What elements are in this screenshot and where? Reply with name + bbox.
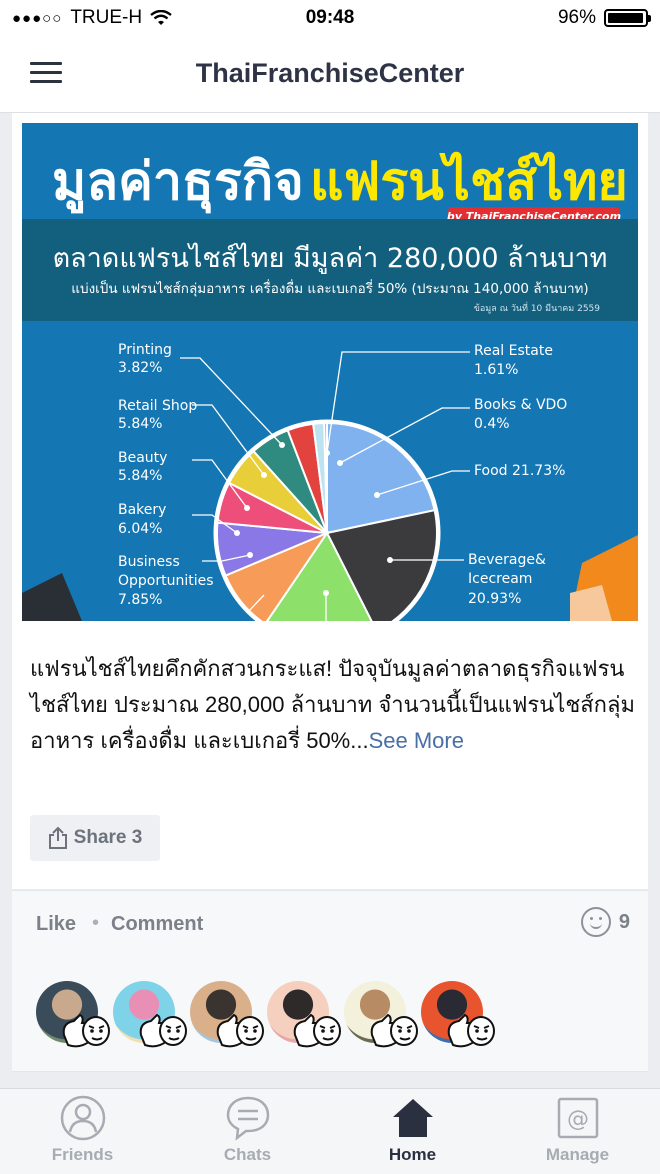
separator-dot: • xyxy=(92,912,100,934)
chart-label-beverage-2: Icecream xyxy=(468,571,532,587)
liker-avatar[interactable] xyxy=(338,981,418,1051)
battery-percent: 96% xyxy=(557,7,596,28)
liker-avatar[interactable] xyxy=(261,981,341,1051)
chart-value-printing: 3.82% xyxy=(118,360,162,376)
sticker-icon xyxy=(139,1013,187,1048)
tab-home[interactable]: Home xyxy=(330,1089,495,1174)
liker-avatar[interactable] xyxy=(107,981,187,1051)
page-title: ThaiFranchiseCenter xyxy=(195,58,465,88)
app-header: ThaiFranchiseCenter xyxy=(0,36,660,113)
chart-label-bakery: Bakery xyxy=(118,502,166,518)
banner-title-yellow: แฟรนไชส์ไทย xyxy=(310,151,628,212)
post-card: มูลค่าธุรกิจ แฟรนไชส์ไทย by ThaiFranchis… xyxy=(12,113,648,889)
share-label: Share 3 xyxy=(73,827,143,848)
tab-label: Friends xyxy=(51,1145,114,1164)
chats-icon xyxy=(226,1096,270,1141)
friends-icon xyxy=(60,1095,106,1141)
home-icon xyxy=(393,1099,433,1137)
post-image[interactable]: มูลค่าธุรกิจ แฟรนไชส์ไทย by ThaiFranchis… xyxy=(22,123,638,621)
status-bar: ●●●○○ TRUE-H 09:48 96% xyxy=(0,0,660,36)
tab-label: Manage xyxy=(545,1145,610,1164)
smile-icon xyxy=(580,907,611,937)
chart-label-business-2: Opportunities xyxy=(118,573,214,589)
comment-button[interactable]: Comment xyxy=(111,913,203,936)
liker-avatar[interactable] xyxy=(184,981,264,1051)
share-icon xyxy=(48,826,67,849)
post-text: แฟรนไชส์ไทยคึกคักสวนกระแส! ปัจจุบันมูลค่… xyxy=(30,651,640,759)
post-body: แฟรนไชส์ไทยคึกคักสวนกระแส! ปัจจุบันมูลค่… xyxy=(30,656,635,753)
tab-manage[interactable]: @ Manage xyxy=(495,1089,660,1174)
tab-friends[interactable]: Friends xyxy=(0,1089,165,1174)
share-button[interactable]: Share 3 xyxy=(30,815,160,861)
chart-label-printing: Printing xyxy=(118,342,172,358)
chart-value-retail: 5.84% xyxy=(118,416,162,432)
sticker-icon xyxy=(62,1013,110,1048)
like-button[interactable]: Like xyxy=(36,913,76,936)
liker-avatar[interactable] xyxy=(30,981,110,1051)
chart-label-books: Books & VDO xyxy=(474,397,567,413)
battery-icon xyxy=(604,9,651,27)
sticker-icon xyxy=(370,1013,418,1048)
tab-label: Home xyxy=(388,1145,437,1164)
reaction-count: 9 xyxy=(618,910,630,933)
liker-avatar[interactable] xyxy=(415,981,495,1051)
chart-label-retail: Retail Shop xyxy=(118,398,197,414)
reaction-users xyxy=(12,961,648,1072)
sticker-icon xyxy=(216,1013,264,1048)
reactions[interactable]: 9 xyxy=(580,907,630,937)
see-more-link[interactable]: See More xyxy=(369,728,464,753)
chart-label-food: Food 21.73% xyxy=(474,463,565,479)
chart-value-books: 0.4% xyxy=(474,416,510,432)
sticker-icon xyxy=(293,1013,341,1048)
bottom-tab-bar: Friends Chats Home @ Manage xyxy=(0,1088,660,1174)
chart-value-beauty: 5.84% xyxy=(118,468,162,484)
post-actions: Like • Comment 9 xyxy=(12,890,648,962)
banner-title-white: มูลค่าธุรกิจ xyxy=(52,152,304,214)
svg-text:@: @ xyxy=(567,1107,589,1132)
chart-value-real-estate: 1.61% xyxy=(474,362,518,378)
manage-icon: @ xyxy=(557,1097,599,1139)
chart-label-beverage: Beverage& xyxy=(468,552,546,568)
chart-value-beverage: 20.93% xyxy=(468,591,521,607)
chart-label-real-estate: Real Estate xyxy=(474,343,553,359)
tab-chats[interactable]: Chats xyxy=(165,1089,330,1174)
banner-headline: ตลาดแฟรนไชส์ไทย มีมูลค่า 280,000 ล้านบาท xyxy=(53,242,608,274)
chart-value-business: 7.85% xyxy=(118,592,162,608)
chart-label-beauty: Beauty xyxy=(118,450,167,466)
chart-value-bakery: 6.04% xyxy=(118,521,162,537)
chart-label-business: Business xyxy=(118,554,180,570)
tab-label: Chats xyxy=(223,1145,272,1164)
banner-subline: แบ่งเป็น แฟรนไชส์กลุ่มอาหาร เครื่องดื่ม … xyxy=(71,279,588,297)
sticker-icon xyxy=(447,1013,495,1048)
